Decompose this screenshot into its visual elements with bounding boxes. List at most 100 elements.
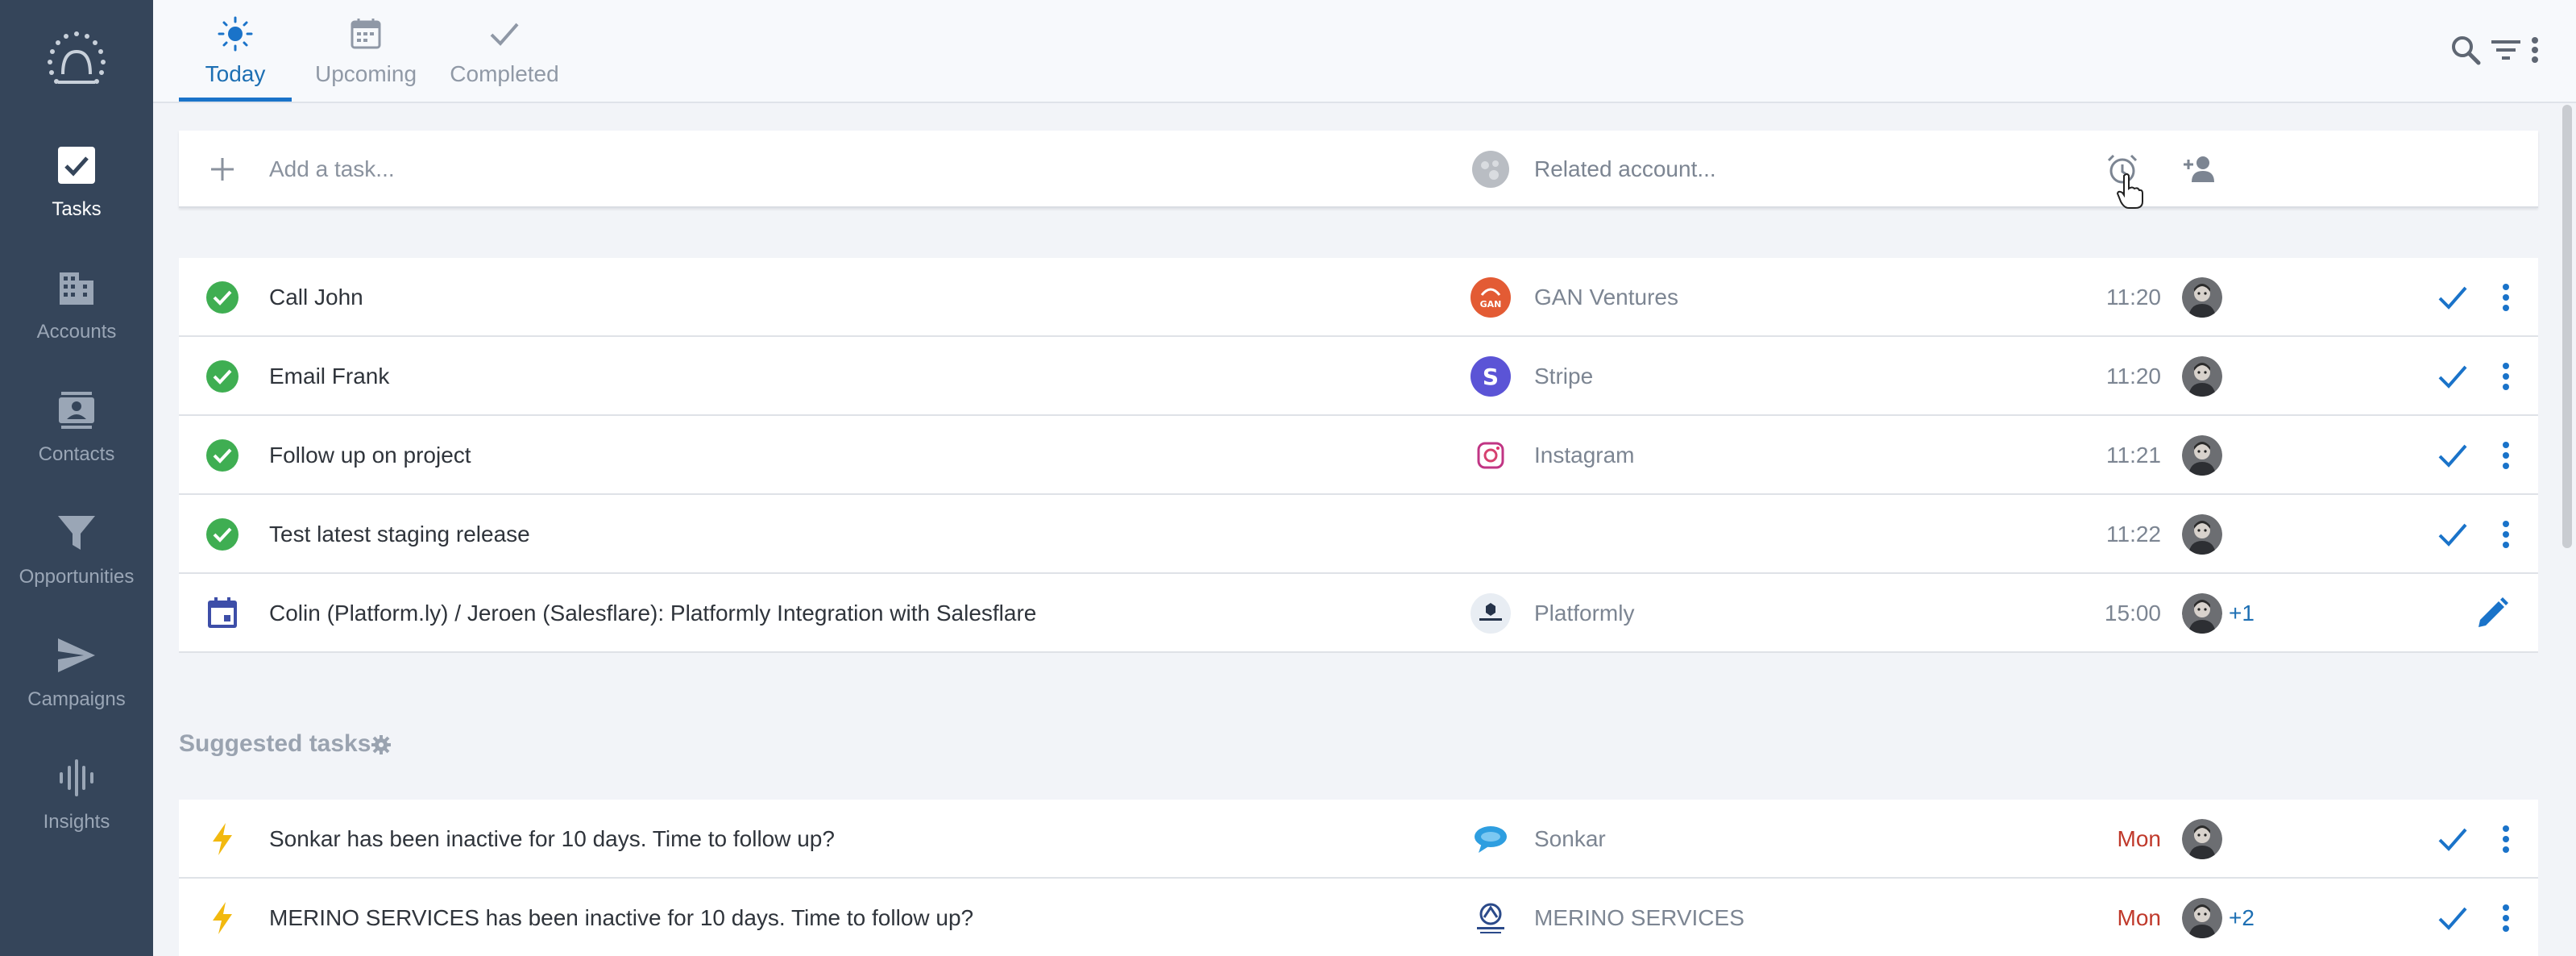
task-title[interactable]: Follow up on project bbox=[269, 443, 471, 468]
sidebar-item-label: Accounts bbox=[36, 321, 117, 343]
due-time: 11:20 bbox=[2106, 364, 2161, 389]
sun-icon bbox=[218, 16, 253, 52]
extra-assignees-count[interactable]: +2 bbox=[2229, 905, 2255, 931]
avatar[interactable] bbox=[2182, 356, 2222, 397]
completed-check-icon[interactable] bbox=[205, 438, 240, 473]
merino-services-logo-icon bbox=[1477, 903, 1504, 933]
avatar[interactable] bbox=[2182, 819, 2222, 859]
sidebar-item-insights[interactable]: Insights bbox=[0, 750, 153, 862]
sidebar-item-opportunities[interactable]: Opportunities bbox=[0, 505, 153, 617]
calendar-icon bbox=[351, 19, 381, 49]
plus-icon[interactable] bbox=[205, 152, 240, 187]
complete-task-check-icon[interactable] bbox=[2435, 900, 2470, 936]
contact-card-icon bbox=[59, 392, 94, 429]
task-title[interactable]: Test latest staging release bbox=[269, 522, 530, 547]
avatar[interactable] bbox=[2182, 277, 2222, 318]
avatar[interactable] bbox=[2182, 514, 2222, 555]
salesflare-logo-icon[interactable] bbox=[40, 27, 113, 100]
avatar[interactable] bbox=[2182, 435, 2222, 476]
task-title[interactable]: Email Frank bbox=[269, 364, 389, 389]
more-vertical-icon[interactable] bbox=[2525, 32, 2545, 68]
complete-task-check-icon[interactable] bbox=[2435, 821, 2470, 857]
edit-pencil-icon[interactable] bbox=[2472, 593, 2512, 634]
calendar-event-icon bbox=[208, 597, 237, 628]
sidebar-item-contacts[interactable]: Contacts bbox=[0, 382, 153, 495]
task-title[interactable]: Call John bbox=[269, 285, 363, 310]
related-account-input[interactable]: Related account... bbox=[1534, 156, 1716, 182]
account-name[interactable]: GAN Ventures bbox=[1534, 285, 1678, 310]
due-time: Mon bbox=[2117, 905, 2161, 930]
complete-task-check-icon[interactable] bbox=[2435, 438, 2470, 473]
waveform-icon bbox=[60, 759, 93, 796]
send-icon bbox=[58, 638, 95, 672]
sidebar-item-accounts[interactable]: Accounts bbox=[0, 260, 153, 372]
more-vertical-icon[interactable] bbox=[2488, 821, 2524, 857]
account-name[interactable]: Sonkar bbox=[1534, 826, 1606, 852]
account-name[interactable]: Stripe bbox=[1534, 364, 1593, 389]
lightning-bolt-icon bbox=[213, 823, 232, 855]
add-task-input[interactable]: Add a task... bbox=[269, 156, 395, 182]
checkbox-icon bbox=[58, 147, 95, 184]
task-row[interactable]: Call John GAN GAN Ventures 11:20 bbox=[179, 258, 2538, 337]
sidebar-item-label: Insights bbox=[43, 811, 110, 833]
cursor-hand-icon bbox=[2116, 173, 2143, 209]
due-time: 15:00 bbox=[2104, 601, 2161, 626]
task-row[interactable]: Follow up on project Instagram 11:21 bbox=[179, 416, 2538, 495]
filter-icon[interactable] bbox=[2488, 32, 2524, 68]
completed-check-icon[interactable] bbox=[205, 517, 240, 552]
gan-ventures-logo-icon: GAN bbox=[1471, 277, 1511, 318]
account-name[interactable]: MERINO SERVICES bbox=[1534, 905, 1744, 931]
add-task-row: Add a task... Related account... bbox=[179, 131, 2538, 209]
completed-check-icon[interactable] bbox=[205, 359, 240, 394]
sidebar-item-campaigns[interactable]: Campaigns bbox=[0, 627, 153, 740]
sidebar-item-tasks[interactable]: Tasks bbox=[0, 137, 153, 250]
suggested-task-list: Sonkar has been inactive for 10 days. Ti… bbox=[179, 800, 2538, 956]
main-content: Add a task... Related account... Call Jo… bbox=[153, 103, 2576, 956]
due-time: Mon bbox=[2117, 826, 2161, 851]
check-icon bbox=[490, 23, 519, 46]
instagram-logo-icon bbox=[1477, 442, 1504, 469]
complete-task-check-icon[interactable] bbox=[2435, 517, 2470, 552]
due-time: 11:20 bbox=[2106, 285, 2161, 310]
task-title[interactable]: MERINO SERVICES has been inactive for 10… bbox=[269, 905, 973, 931]
search-icon[interactable] bbox=[2448, 32, 2483, 68]
task-title[interactable]: Sonkar has been inactive for 10 days. Ti… bbox=[269, 826, 835, 852]
task-row[interactable]: Test latest staging release 11:22 bbox=[179, 495, 2538, 574]
funnel-icon bbox=[58, 516, 95, 550]
building-icon bbox=[60, 272, 93, 305]
lightning-bolt-icon bbox=[213, 902, 232, 934]
sidebar-item-label: Campaigns bbox=[27, 688, 126, 710]
scrollbar[interactable] bbox=[2562, 105, 2572, 548]
task-row[interactable]: MERINO SERVICES has been inactive for 10… bbox=[179, 879, 2538, 956]
more-vertical-icon[interactable] bbox=[2488, 517, 2524, 552]
more-vertical-icon[interactable] bbox=[2488, 280, 2524, 315]
avatar[interactable] bbox=[2182, 898, 2222, 938]
tab-completed[interactable]: Completed bbox=[440, 0, 569, 102]
more-vertical-icon[interactable] bbox=[2488, 900, 2524, 936]
task-title[interactable]: Colin (Platform.ly) / Jeroen (Salesflare… bbox=[269, 601, 1036, 626]
completed-check-icon[interactable] bbox=[205, 280, 240, 315]
account-name[interactable]: Platformly bbox=[1534, 601, 1634, 626]
extra-assignees-count[interactable]: +1 bbox=[2229, 601, 2255, 626]
more-vertical-icon[interactable] bbox=[2488, 359, 2524, 394]
sidebar-item-label: Tasks bbox=[52, 198, 102, 220]
assign-user-icon[interactable] bbox=[2182, 153, 2217, 185]
sidebar-item-label: Contacts bbox=[38, 443, 115, 465]
tab-upcoming[interactable]: Upcoming bbox=[309, 0, 422, 102]
task-row[interactable]: Sonkar has been inactive for 10 days. Ti… bbox=[179, 800, 2538, 879]
complete-task-check-icon[interactable] bbox=[2435, 359, 2470, 394]
settings-gear-icon[interactable] bbox=[371, 734, 392, 755]
tab-label: Upcoming bbox=[314, 61, 417, 86]
complete-task-check-icon[interactable] bbox=[2435, 280, 2470, 315]
account-placeholder-icon bbox=[1472, 151, 1509, 188]
tab-label: Completed bbox=[450, 61, 559, 86]
task-row[interactable]: Colin (Platform.ly) / Jeroen (Salesflare… bbox=[179, 574, 2538, 653]
task-row[interactable]: Email Frank S Stripe 11:20 bbox=[179, 337, 2538, 416]
tab-today[interactable]: Today bbox=[179, 0, 292, 102]
more-vertical-icon[interactable] bbox=[2488, 438, 2524, 473]
avatar[interactable] bbox=[2182, 593, 2222, 634]
sonkar-logo-icon bbox=[1475, 826, 1507, 853]
tab-label: Today bbox=[205, 61, 266, 86]
task-list: Call John GAN GAN Ventures 11:20 Email Frank… bbox=[179, 258, 2538, 653]
account-name[interactable]: Instagram bbox=[1534, 443, 1635, 468]
